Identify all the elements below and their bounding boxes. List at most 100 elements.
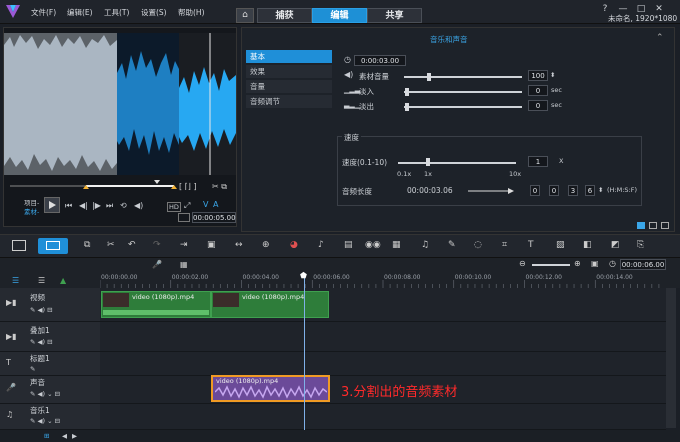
duration-field[interactable]: 0:00:03.00 [354,55,406,66]
audio-ducking-icon[interactable]: ♪ [318,240,324,250]
menu-file[interactable]: 文件(F) [31,7,56,18]
mixer-icon[interactable]: ▤ [344,240,353,250]
length-stepper-icon[interactable]: ⬍ [598,186,603,194]
speed-field[interactable]: 1 [528,156,548,167]
fade-in-field[interactable]: 0 [528,85,548,96]
add-track-icon[interactable]: ⊞ [44,432,49,440]
storyboard-view-icon[interactable] [12,240,26,251]
speed-slider[interactable] [398,162,516,164]
menu-help[interactable]: 帮助(H) [178,7,205,18]
fade-out-slider[interactable] [404,106,522,108]
chart-icon[interactable]: ◩ [611,240,620,250]
track-edit-icon[interactable]: ✎ ◀) ⌄ ⊟ [30,390,60,398]
ripple-icon[interactable]: ⧉ [84,240,90,250]
zoom-in-icon[interactable]: ⊕ [574,259,581,268]
end-icon[interactable]: ⏭ [106,201,113,211]
export-icon[interactable]: ⎘ [637,240,644,250]
paint-icon[interactable]: ✎ [448,240,456,250]
clip-volume-slider[interactable] [404,76,522,78]
tab-share[interactable]: 共享 [367,8,422,23]
video-clip-2[interactable]: video (1080p).mp4 [211,291,329,318]
music-icon[interactable]: ♫ [421,240,429,250]
panel-layout-icon[interactable] [649,222,657,229]
fit-icon[interactable]: ⇥ [180,240,188,250]
home-tab[interactable]: ⌂ [236,8,254,23]
track-edit-icon[interactable]: ✎ ◀) ⌄ ⊟ [30,417,60,425]
timeline-ruler[interactable]: 00:00:00.00 00:00:02.00 00:00:04.00 00:00:0… [100,272,666,288]
vertical-scrollbar[interactable] [666,288,676,428]
playhead[interactable] [304,276,305,434]
scroll-right-icon[interactable]: ▶ [72,432,77,440]
multicam-icon[interactable]: ◉◉ [365,240,381,250]
track-title-lane[interactable] [100,352,666,376]
playhead-marker-icon[interactable]: ⬟ [300,271,307,280]
track-edit-icon[interactable]: ✎ ◀) ⊟ [30,338,53,346]
mask-icon[interactable]: ◕ [290,240,298,250]
length-hours[interactable]: 0 [530,185,540,196]
split-icon[interactable]: ✂ [107,240,115,250]
menu-settings[interactable]: 设置(S) [141,7,167,18]
option-tab-audio-adjust[interactable]: 音频调节 [246,95,332,108]
clip-volume-field[interactable]: 100 [528,70,548,81]
stepper-icon[interactable]: ⬍ [550,71,555,79]
length-minutes[interactable]: 0 [549,185,559,196]
play-button[interactable] [44,197,60,213]
timeline-timecode[interactable]: 00:00:06.00 [620,259,666,270]
add-chapter-icon[interactable]: ☰ [38,276,45,285]
fade-out-field[interactable]: 0 [528,100,548,111]
loop-icon[interactable]: ◌ [474,240,482,250]
repeat-icon[interactable]: ⟲ [120,201,127,210]
track-edit-icon[interactable]: ✎ ◀) ⊟ [30,306,53,314]
track-overlay-lane[interactable] [100,322,666,352]
track-music-lane[interactable] [100,404,666,430]
mark-out-icon[interactable]: A [213,200,218,209]
auto-music-icon[interactable]: ▦ [180,260,188,269]
length-seconds[interactable]: 3 [568,185,578,196]
track-icon[interactable]: ⊕ [262,240,270,250]
zoom-out-icon[interactable]: ⊖ [519,259,526,268]
fade-in-knob[interactable] [405,88,409,96]
resize-icon[interactable]: ⤢ [184,201,190,211]
home-start-icon[interactable]: ⏮ [65,201,72,211]
option-tab-effects[interactable]: 效果 [246,65,332,78]
speed-knob[interactable] [426,158,430,166]
crop-icon[interactable]: ⌗ [502,240,507,250]
motion-icon[interactable]: ↔ [235,240,243,250]
undo-icon[interactable]: ↶ [128,240,136,250]
tab-edit[interactable]: 编辑 [312,8,367,23]
audio-clip[interactable]: video (1080p).mp4 [211,375,330,402]
panel-mode-icon[interactable] [637,222,645,229]
menu-edit[interactable]: 编辑(E) [67,7,93,18]
hd-icon[interactable]: HD [167,202,181,212]
text-icon[interactable]: T [528,240,534,250]
zoom-slider[interactable] [532,264,570,266]
record-screen-icon[interactable]: ▣ [207,240,216,250]
option-tab-basic[interactable]: 基本 [246,50,332,63]
clip-volume-knob[interactable] [427,73,431,81]
fade-out-knob[interactable] [405,103,409,111]
redo-icon[interactable]: ↷ [153,240,161,250]
record-audio-icon[interactable]: 🎤 [152,260,162,269]
collapse-icon[interactable]: ⌃ [656,33,664,43]
volume-icon[interactable]: ◀) [134,201,143,210]
option-tab-volume[interactable]: 音量 [246,80,332,93]
menu-tools[interactable]: 工具(T) [104,7,129,18]
scroll-left-icon[interactable]: ◀ [62,432,67,440]
fade-in-slider[interactable] [404,91,522,93]
color-icon[interactable]: ◧ [583,240,592,250]
mark-in-icon[interactable]: V [203,200,208,209]
prev-frame-icon[interactable]: ◀| [79,201,88,210]
subtitle-icon[interactable]: ▦ [392,240,401,250]
ripple-edit-icon[interactable]: ▲ [60,276,66,285]
track-edit-icon[interactable]: ✎ [30,365,35,373]
fit-project-icon[interactable]: ▣ [591,259,599,268]
preview-timecode[interactable]: 00:00:05.00 [192,212,236,223]
preview-scrubber[interactable]: [ ⌈⌋ ] ✂ ⧉ [4,179,236,193]
timeline-view-button[interactable] [38,238,68,254]
length-frames[interactable]: 6 [585,185,595,196]
panel-float-icon[interactable] [661,222,669,229]
tab-capture[interactable]: 捕获 [257,8,312,23]
effect-icon[interactable]: ▧ [556,240,565,250]
track-manager-icon[interactable]: ☰ [12,276,19,285]
clip-mode-label[interactable]: 素材- [24,206,39,216]
